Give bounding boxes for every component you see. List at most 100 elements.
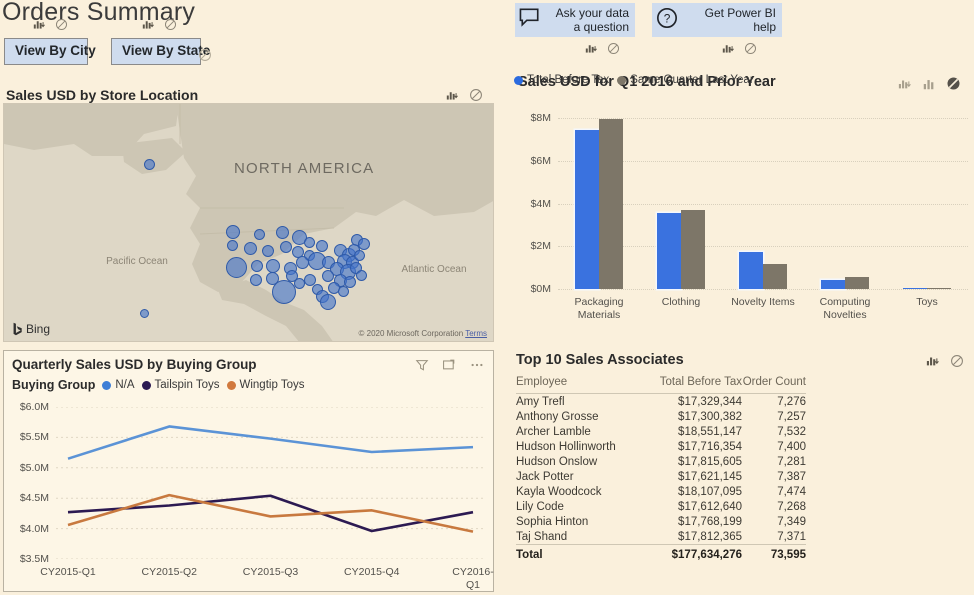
help-visual-header-icons	[722, 42, 757, 60]
map-bubble[interactable]	[354, 250, 365, 261]
table-row[interactable]: Taj Shand$17,812,3657,371	[516, 529, 806, 545]
map-bubble[interactable]	[244, 242, 257, 255]
bar[interactable]	[657, 213, 681, 289]
drill-down-icon[interactable]	[142, 18, 155, 36]
bar[interactable]	[739, 252, 763, 289]
map-bubble[interactable]	[226, 225, 240, 239]
table-row[interactable]: Amy Trefl$17,329,3447,276	[516, 394, 806, 410]
table-row[interactable]: Kayla Woodcock$18,107,0957,474	[516, 484, 806, 499]
sales-by-store-location-map[interactable]: NORTH AMERICA Pacific Ocean Atlantic Oce…	[3, 103, 494, 342]
view-by-state-button[interactable]: View By State	[111, 38, 201, 65]
table-row[interactable]: Archer Lamble$18,551,1477,532	[516, 424, 806, 439]
column-header-employee[interactable]: Employee	[516, 374, 646, 394]
table-row[interactable]: Anthony Grosse$17,300,3827,257	[516, 409, 806, 424]
map-bubble[interactable]	[262, 245, 274, 257]
more-options-icon[interactable]	[469, 358, 485, 377]
total-before-tax: $177,634,276	[646, 545, 742, 563]
no-filter-icon[interactable]	[950, 354, 964, 373]
legend-item-tailspin-toys[interactable]: Tailspin Toys	[142, 379, 220, 391]
filter-icon[interactable]	[415, 358, 429, 377]
table-row[interactable]: Sophia Hinton$17,768,1997,349	[516, 514, 806, 529]
line-series[interactable]	[68, 495, 473, 531]
bar[interactable]	[681, 210, 705, 289]
bar[interactable]	[903, 288, 927, 290]
map-bubble[interactable]	[144, 159, 155, 170]
legend-label: Wingtip Toys	[240, 379, 305, 391]
legend-item-wingtip-toys[interactable]: Wingtip Toys	[227, 379, 305, 391]
svg-text:?: ?	[664, 11, 671, 25]
drill-down-icon[interactable]	[33, 18, 46, 36]
map-bubble[interactable]	[280, 241, 292, 253]
table-row[interactable]: Hudson Hollinworth$17,716,3547,400	[516, 439, 806, 454]
no-filter-icon[interactable]	[607, 42, 620, 60]
bar[interactable]	[845, 277, 869, 289]
bar-group[interactable]	[558, 118, 640, 289]
line-series[interactable]	[68, 426, 473, 458]
quarterly-sales-line-chart[interactable]: Quarterly Sales USD by Buying Group Buyi…	[3, 350, 494, 592]
ask-question-label: Ask your data a question	[546, 6, 629, 34]
bar[interactable]	[575, 130, 599, 289]
map-bubble[interactable]	[272, 280, 296, 304]
cell-order-count: 7,257	[742, 409, 806, 424]
bar-group[interactable]	[804, 118, 886, 289]
ask-question-button[interactable]: Ask your data a question	[515, 3, 635, 37]
map-bubble[interactable]	[322, 270, 334, 282]
legend-item-na[interactable]: N/A	[102, 379, 134, 391]
column-header-order-count[interactable]: Order Count	[742, 374, 806, 394]
drill-down-icon[interactable]	[926, 354, 940, 373]
bar[interactable]	[599, 119, 623, 289]
no-filter-icon[interactable]	[198, 48, 212, 67]
drill-down-icon[interactable]	[722, 42, 735, 60]
bar-group[interactable]	[886, 118, 968, 289]
bar-group[interactable]	[722, 118, 804, 289]
table-body: Amy Trefl$17,329,3447,276Anthony Grosse$…	[516, 394, 806, 563]
map-bubble[interactable]	[140, 309, 149, 318]
map-bubble[interactable]	[316, 240, 328, 252]
map-bubble[interactable]	[250, 274, 262, 286]
focus-mode-icon[interactable]	[442, 358, 456, 377]
map-bubble[interactable]	[338, 286, 349, 297]
table-row[interactable]: Lily Code$17,612,6407,268	[516, 499, 806, 514]
legend-label: N/A	[115, 379, 134, 391]
legend-swatch	[514, 76, 523, 85]
cell-employee: Anthony Grosse	[516, 409, 646, 424]
cell-employee: Taj Shand	[516, 529, 646, 545]
map-bubble[interactable]	[358, 238, 370, 250]
column-header-total-before-tax[interactable]: Total Before Tax	[646, 374, 742, 394]
bar[interactable]	[821, 280, 845, 289]
total-order-count: 73,595	[742, 545, 806, 563]
table-row[interactable]: Hudson Onslow$17,815,6057,281	[516, 454, 806, 469]
map-bubble[interactable]	[276, 226, 289, 239]
map-bubble[interactable]	[356, 270, 367, 281]
view-by-city-button[interactable]: View By City	[4, 38, 88, 65]
map-bubble[interactable]	[226, 257, 247, 278]
no-filter-icon[interactable]	[164, 18, 177, 36]
sales-associates-table[interactable]: Employee Total Before Tax Order Count Am…	[516, 374, 806, 563]
no-filter-icon[interactable]	[744, 42, 757, 60]
legend-item-total-before-tax[interactable]: Total Before Tax	[514, 74, 609, 86]
map-bubble[interactable]	[251, 260, 263, 272]
map-bubble[interactable]	[320, 294, 336, 310]
map-bubble[interactable]	[227, 240, 238, 251]
bar[interactable]	[927, 288, 951, 290]
map-bubble[interactable]	[254, 229, 265, 240]
table-row[interactable]: Jack Potter$17,621,1457,387	[516, 469, 806, 484]
get-help-button[interactable]: ? Get Power BI help	[652, 3, 782, 37]
top-sales-associates-table[interactable]: Top 10 Sales Associates Employee Total B…	[516, 352, 972, 592]
bar[interactable]	[763, 264, 787, 289]
drill-down-icon[interactable]	[585, 42, 598, 60]
legend-item-same-quarter-last-year[interactable]: Same Quarter Last Year	[617, 74, 753, 86]
bar-group[interactable]	[640, 118, 722, 289]
map-bubble[interactable]	[296, 256, 309, 269]
sales-by-category-bar-chart[interactable]: Total Before Tax Same Quarter Last Year …	[514, 70, 972, 335]
no-filter-icon[interactable]	[55, 18, 68, 36]
line-series[interactable]	[68, 496, 473, 531]
map-canvas[interactable]	[4, 104, 493, 341]
cell-total-before-tax: $17,612,640	[646, 499, 742, 514]
cell-total-before-tax: $18,107,095	[646, 484, 742, 499]
map-bubble[interactable]	[304, 237, 315, 248]
line-chart-header-icons	[415, 358, 485, 377]
line-chart-plot-area: $3.5M$4.0M$4.5M$5.0M$5.5M$6.0MCY2015-Q1C…	[56, 407, 485, 559]
map-bubble[interactable]	[266, 259, 280, 273]
map-terms-link[interactable]: Terms	[465, 329, 487, 338]
